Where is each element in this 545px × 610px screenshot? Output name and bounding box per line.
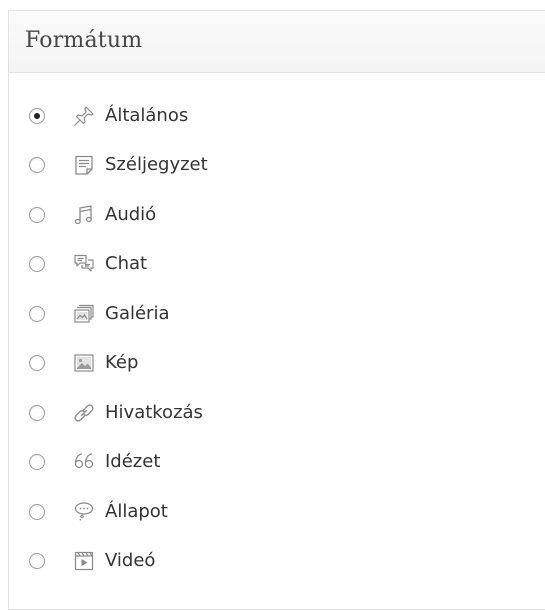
format-label: Idézet [105, 451, 161, 473]
video-icon [73, 550, 95, 572]
radio-button[interactable] [29, 305, 45, 322]
format-label: Széljegyzet [105, 154, 208, 176]
pushpin-icon [73, 105, 95, 127]
status-bubble-icon [73, 501, 95, 523]
image-icon [73, 352, 95, 374]
radio-button[interactable] [29, 157, 45, 174]
format-label: Chat [105, 253, 148, 275]
aside-note-icon [73, 154, 95, 176]
format-label: Kép [105, 352, 139, 374]
format-panel: Formátum Általános Széljegyzet Audió Cha… [8, 10, 545, 610]
radio-button[interactable] [29, 107, 45, 124]
gallery-icon [73, 303, 95, 325]
link-icon [73, 402, 95, 424]
radio-button[interactable] [29, 355, 45, 372]
format-label: Állapot [105, 500, 168, 522]
audio-note-icon [73, 204, 95, 226]
chat-bubbles-icon [73, 253, 95, 275]
radio-button[interactable] [29, 454, 45, 471]
radio-button[interactable] [29, 206, 45, 223]
format-label: Általános [105, 104, 189, 126]
radio-button[interactable] [29, 553, 45, 570]
format-label: Videó [105, 550, 156, 572]
panel-title: Formátum [25, 28, 143, 53]
format-label: Audió [105, 203, 157, 225]
format-label: Hivatkozás [105, 401, 203, 423]
panel-header[interactable]: Formátum [9, 11, 545, 73]
radio-button[interactable] [29, 503, 45, 520]
quote-icon [73, 451, 95, 473]
format-label: Galéria [105, 302, 170, 324]
radio-button[interactable] [29, 404, 45, 421]
radio-button[interactable] [29, 256, 45, 273]
